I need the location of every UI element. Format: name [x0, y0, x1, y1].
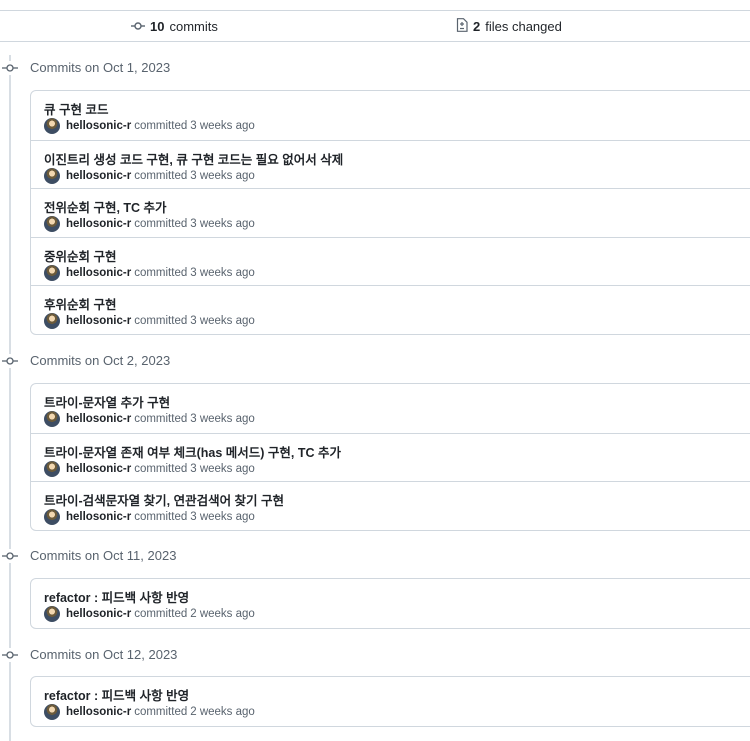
- commit-list: 트라이-문자열 추가 구현 hellosonic-r committed 3 week…: [30, 383, 750, 531]
- commit-row: refactor : 피드백 사항 반영 hellosonic-r committe…: [31, 579, 750, 628]
- commit-row: 후위순회 구현 hellosonic-r committed 3 weeks ago: [31, 285, 750, 334]
- avatar[interactable]: [44, 606, 60, 622]
- commit-meta: hellosonic-r committed 3 weeks ago: [44, 216, 255, 233]
- commit-meta: hellosonic-r committed 3 weeks ago: [44, 509, 255, 526]
- commit-meta: hellosonic-r committed 3 weeks ago: [44, 460, 255, 477]
- file-diff-icon: [456, 17, 468, 35]
- avatar[interactable]: [44, 704, 60, 720]
- commit-author-link[interactable]: hellosonic-r: [66, 608, 131, 620]
- git-commit-icon: [131, 19, 145, 34]
- commit-row: 큐 구현 코드 hellosonic-r committed 3 weeks ago: [31, 91, 750, 140]
- commits-count: 10: [150, 18, 165, 34]
- commit-time: 3 weeks ago: [190, 511, 255, 524]
- commit-message-link[interactable]: 트라이-문자열 추가 구현: [44, 392, 170, 411]
- commit-group-date: Commits on Oct 1, 2023: [30, 60, 171, 75]
- git-commit-icon: [2, 354, 18, 368]
- commit-author-link[interactable]: hellosonic-r: [66, 315, 131, 327]
- commit-message-link[interactable]: 후위순회 구현: [44, 294, 116, 313]
- commit-meta: hellosonic-r committed 3 weeks ago: [44, 118, 255, 134]
- commit-list: 큐 구현 코드 hellosonic-r committed 3 weeks ago 이…: [30, 90, 750, 335]
- commit-message-link[interactable]: 이진트리 생성 코드 구현, 큐 구현 코드는 필요 없어서 삭제: [44, 149, 343, 168]
- commit-verb: committed: [134, 169, 188, 182]
- avatar[interactable]: [44, 118, 60, 134]
- commit-meta: hellosonic-r committed 3 weeks ago: [44, 167, 255, 184]
- commit-verb: committed: [134, 608, 188, 620]
- commit-message-link[interactable]: refactor : 피드백 사항 반영: [44, 685, 189, 704]
- pr-summary-bar: 10 commits 2 files changed: [0, 10, 750, 42]
- commit-row: 트라이-문자열 존재 여부 체크(has 메서드) 구현, TC 추가 hello…: [31, 432, 750, 482]
- commit-group-date: Commits on Oct 2, 2023: [30, 353, 171, 368]
- files-label: files changed: [485, 18, 562, 34]
- commit-author-link[interactable]: hellosonic-r: [66, 463, 131, 475]
- commit-verb: committed: [134, 266, 188, 279]
- commit-verb: committed: [134, 413, 188, 425]
- commit-meta: hellosonic-r committed 3 weeks ago: [44, 313, 255, 330]
- commit-group-header: Commits on Oct 11, 2023: [0, 546, 750, 566]
- commit-verb: committed: [134, 218, 188, 231]
- commit-time: 3 weeks ago: [190, 120, 255, 132]
- commit-time: 2 weeks ago: [190, 706, 255, 718]
- commit-verb: committed: [134, 315, 188, 328]
- commit-row: 트라이-문자열 추가 구현 hellosonic-r committed 3 week…: [31, 384, 750, 433]
- commit-time: 3 weeks ago: [190, 218, 255, 231]
- commit-time: 2 weeks ago: [190, 608, 255, 620]
- commit-row: refactor : 피드백 사항 반영 hellosonic-r committe…: [31, 677, 750, 726]
- timeline-line: [9, 55, 11, 741]
- commit-author-link[interactable]: hellosonic-r: [66, 120, 131, 132]
- commit-author-link[interactable]: hellosonic-r: [66, 170, 131, 182]
- commit-meta: hellosonic-r committed 2 weeks ago: [44, 606, 255, 622]
- commit-row: 전위순회 구현, TC 추가 hellosonic-r committed 3 wee…: [31, 188, 750, 237]
- commit-list: refactor : 피드백 사항 반영 hellosonic-r committe…: [30, 676, 750, 727]
- commit-message-link[interactable]: refactor : 피드백 사항 반영: [44, 587, 189, 606]
- avatar[interactable]: [44, 264, 60, 281]
- avatar[interactable]: [44, 167, 60, 184]
- commit-message-link[interactable]: 전위순회 구현, TC 추가: [44, 197, 167, 216]
- git-commit-icon: [2, 61, 18, 75]
- commit-group-header: Commits on Oct 1, 2023: [0, 58, 750, 78]
- commit-group-header: Commits on Oct 2, 2023: [0, 351, 750, 371]
- commits-tab[interactable]: 10 commits: [131, 11, 218, 41]
- commit-time: 3 weeks ago: [190, 462, 255, 475]
- commit-time: 3 weeks ago: [190, 413, 255, 425]
- commit-time: 3 weeks ago: [190, 169, 255, 182]
- commit-author-link[interactable]: hellosonic-r: [66, 413, 131, 425]
- commit-verb: committed: [134, 120, 188, 132]
- commit-author-link[interactable]: hellosonic-r: [66, 706, 131, 718]
- commit-time: 3 weeks ago: [190, 266, 255, 279]
- commit-message-link[interactable]: 트라이-검색문자열 찾기, 연관검색어 찾기 구현: [44, 490, 284, 509]
- commit-group-date: Commits on Oct 12, 2023: [30, 647, 178, 662]
- commits-label: commits: [169, 18, 218, 34]
- commit-message-link[interactable]: 큐 구현 코드: [44, 99, 108, 118]
- avatar[interactable]: [44, 509, 60, 526]
- commit-group-header: Commits on Oct 12, 2023: [0, 645, 750, 665]
- commit-author-link[interactable]: hellosonic-r: [66, 218, 131, 230]
- commit-author-link[interactable]: hellosonic-r: [66, 267, 131, 279]
- avatar[interactable]: [44, 313, 60, 330]
- commit-meta: hellosonic-r committed 3 weeks ago: [44, 411, 255, 427]
- avatar[interactable]: [44, 460, 60, 477]
- git-commit-icon: [2, 648, 18, 662]
- commit-verb: committed: [134, 462, 188, 475]
- commit-verb: committed: [134, 511, 188, 524]
- avatar[interactable]: [44, 216, 60, 233]
- commit-list: refactor : 피드백 사항 반영 hellosonic-r committe…: [30, 578, 750, 629]
- commit-meta: hellosonic-r committed 3 weeks ago: [44, 264, 255, 281]
- commit-meta: hellosonic-r committed 2 weeks ago: [44, 704, 255, 720]
- commit-row: 중위순회 구현 hellosonic-r committed 3 weeks ago: [31, 236, 750, 286]
- commit-row: 트라이-검색문자열 찾기, 연관검색어 찾기 구현 hellosonic-r com…: [31, 481, 750, 530]
- commit-message-link[interactable]: 트라이-문자열 존재 여부 체크(has 메서드) 구현, TC 추가: [44, 442, 341, 461]
- files-count: 2: [473, 18, 481, 34]
- git-commit-icon: [2, 549, 18, 563]
- commit-group-date: Commits on Oct 11, 2023: [30, 548, 177, 563]
- commit-time: 3 weeks ago: [190, 315, 255, 328]
- commit-row: 이진트리 생성 코드 구현, 큐 구현 코드는 필요 없어서 삭제 helloso…: [31, 139, 750, 189]
- commit-author-link[interactable]: hellosonic-r: [66, 511, 131, 523]
- avatar[interactable]: [44, 411, 60, 427]
- commit-verb: committed: [134, 706, 188, 718]
- commit-message-link[interactable]: 중위순회 구현: [44, 246, 116, 265]
- files-changed-tab[interactable]: 2 files changed: [456, 11, 562, 41]
